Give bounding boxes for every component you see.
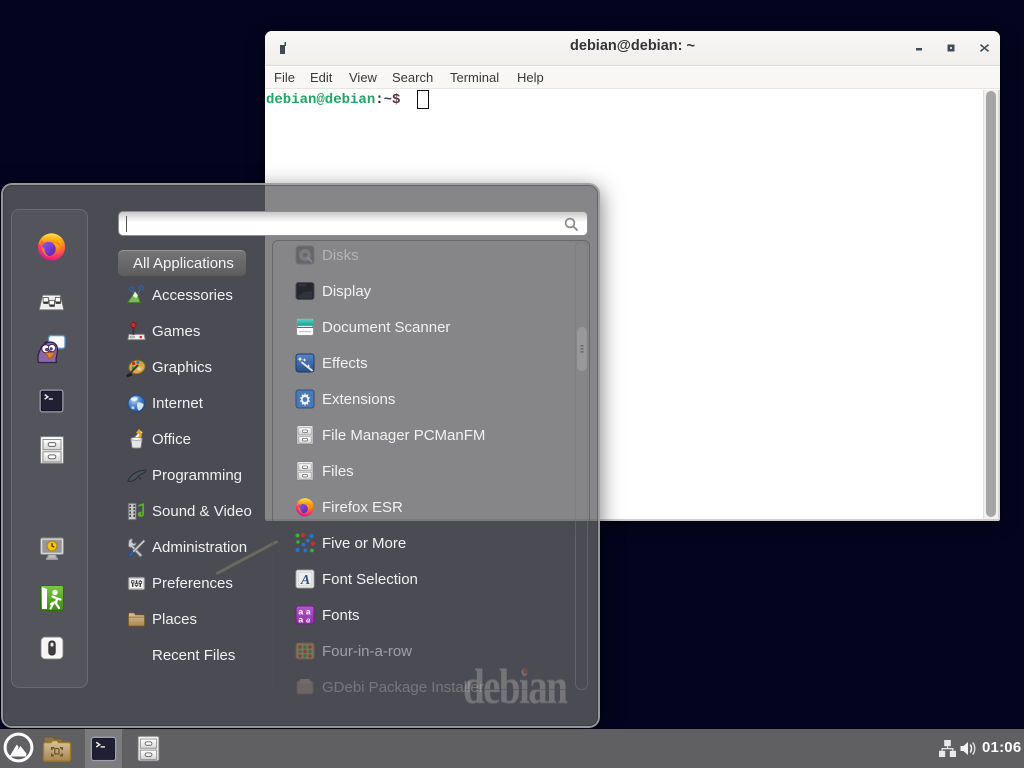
svg-text:A: A <box>300 573 310 588</box>
svg-text:a: a <box>298 615 303 625</box>
svg-text:a: a <box>306 615 311 625</box>
